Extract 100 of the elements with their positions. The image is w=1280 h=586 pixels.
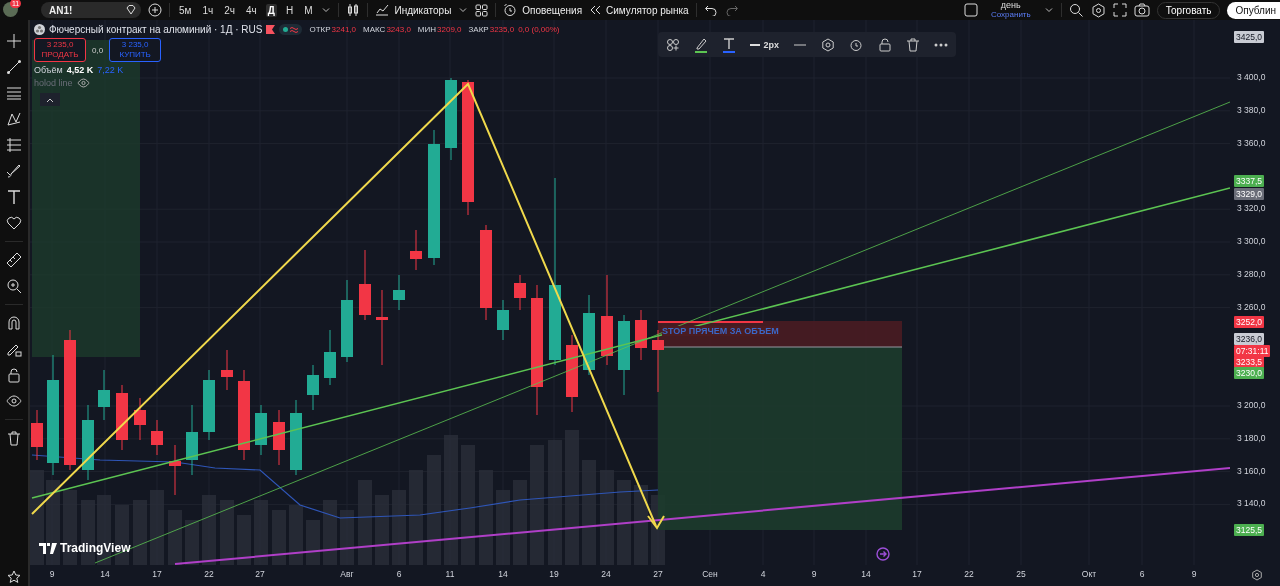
price-tick-label: 3 160,0	[1237, 465, 1266, 476]
pitchfork-icon[interactable]	[6, 111, 22, 127]
more-icon[interactable]	[933, 42, 948, 47]
spread-value: 0,0	[92, 45, 104, 55]
publish-button[interactable]: Опублин	[1227, 1, 1280, 19]
star-icon[interactable]	[7, 570, 21, 584]
undo-icon[interactable]	[703, 4, 718, 16]
fullscreen-icon[interactable]	[1112, 3, 1127, 17]
interval-tab[interactable]: Н	[283, 3, 296, 17]
ruler-icon[interactable]	[6, 252, 22, 268]
sell-button[interactable]: 3 235,0 ПРОДАТЬ	[34, 38, 86, 62]
price-badge: 3425,0	[1234, 31, 1264, 43]
camera-icon[interactable]	[1133, 3, 1150, 17]
price-tick-label: 3 200,0	[1237, 400, 1266, 410]
buy-button[interactable]: 3 235,0 КУПИТЬ	[109, 38, 162, 62]
date-tick-label: 9	[1191, 569, 1197, 579]
date-tick-label: 4	[760, 569, 766, 579]
trend-line-icon[interactable]	[6, 59, 22, 75]
tradingview-logo[interactable]: TradingView	[39, 541, 131, 555]
volume-value: 4,52 K	[66, 65, 94, 75]
settings-icon[interactable]	[1090, 2, 1106, 18]
price-badge: 3233,5	[1234, 356, 1264, 368]
candle	[255, 404, 267, 456]
date-tick-label: 14	[100, 569, 110, 579]
candlestick-icon[interactable]	[346, 3, 361, 17]
square-icon[interactable]	[963, 3, 978, 17]
price-tick-label: 3 320,0	[1237, 203, 1266, 214]
symbol-search-field[interactable]: AN1!	[41, 2, 141, 18]
diamond-icon	[125, 4, 137, 16]
lock-icon[interactable]	[6, 367, 22, 383]
collapse-legend-button[interactable]	[40, 93, 60, 106]
price-badge: 3252,0	[1234, 316, 1264, 328]
price-tick-label: 3 140,0	[1237, 498, 1266, 509]
replay-button[interactable]: Симулятор рынка	[589, 4, 689, 16]
caret-icon[interactable]	[321, 5, 332, 15]
magnet-icon[interactable]	[6, 315, 22, 331]
settings-icon[interactable]	[821, 37, 836, 52]
price-badge: 3230,0	[1234, 367, 1264, 379]
fibonacci-icon[interactable]	[6, 137, 22, 153]
eye-icon[interactable]	[76, 78, 90, 88]
plus-icon	[148, 3, 162, 17]
search-icon[interactable]	[1068, 2, 1084, 18]
indicators-button[interactable]: Индикаторы	[375, 4, 452, 16]
brush-icon[interactable]	[6, 163, 22, 179]
volume-bar	[306, 520, 320, 565]
layout-button[interactable]: день Сохранить	[984, 1, 1037, 19]
candle	[169, 444, 181, 496]
add-symbol-button[interactable]	[148, 3, 162, 17]
price-badge: 07:31:11	[1234, 345, 1271, 357]
candle	[514, 274, 526, 311]
parallel-lines-icon[interactable]	[6, 85, 22, 101]
candle	[98, 369, 110, 421]
trade-button[interactable]: Торговать	[1156, 1, 1221, 19]
volume-bar	[289, 505, 303, 565]
pencil-color-icon[interactable]	[694, 36, 709, 53]
interval-tab[interactable]: Д	[265, 3, 277, 17]
zoom-in-icon[interactable]	[6, 278, 22, 294]
interval-tab[interactable]: М	[302, 3, 315, 17]
scroll-to-realtime-icon[interactable]	[876, 547, 890, 561]
price-badge: 3337,5	[1234, 175, 1264, 187]
symbol-title[interactable]: Фючерсный контракт на алюминий · 1Д · RUS	[49, 24, 263, 35]
ohlc-label: МИН	[417, 25, 437, 34]
heart-icon[interactable]	[6, 215, 22, 231]
grid-icon[interactable]	[475, 3, 489, 17]
line-width-button[interactable]: 2px	[750, 39, 779, 50]
alarm-clock-icon[interactable]	[849, 37, 864, 52]
candle	[221, 349, 233, 391]
volume-bar	[340, 510, 354, 565]
interval-tab[interactable]: 2ч	[222, 3, 237, 17]
price-tick-label: 3 380,0	[1237, 104, 1266, 115]
volume-bar	[375, 495, 389, 565]
caret-icon[interactable]	[1043, 5, 1054, 15]
settings-icon[interactable]	[1251, 569, 1263, 581]
text-color-icon[interactable]	[722, 36, 737, 53]
volume-bar	[220, 500, 234, 565]
candle	[116, 384, 128, 451]
interval-tab[interactable]: 1ч	[200, 3, 216, 17]
ohlc-label: МАКС	[363, 25, 386, 34]
price-tick-label: 3 400,0	[1237, 72, 1266, 82]
interval-tab[interactable]: 4ч	[244, 3, 259, 17]
price-tick-label: 3 260,0	[1237, 301, 1266, 312]
caret-icon[interactable]	[458, 5, 469, 15]
flag-icon[interactable]	[266, 25, 276, 34]
candle	[186, 404, 198, 476]
lock-icon[interactable]	[877, 37, 892, 52]
trash-icon[interactable]	[905, 37, 920, 52]
status-pill[interactable]	[279, 24, 303, 35]
volume-bar	[168, 510, 182, 565]
price-badge: 3125,5	[1234, 524, 1264, 536]
text-icon[interactable]	[6, 189, 22, 205]
interval-tab[interactable]: 5м	[177, 3, 194, 17]
crosshair-icon[interactable]	[6, 33, 22, 49]
symbol-logo-icon	[34, 24, 45, 35]
alerts-button[interactable]: Оповещения	[503, 3, 583, 17]
drag-handle-icon[interactable]	[666, 37, 680, 52]
redo-icon[interactable]	[724, 4, 739, 16]
volume-label[interactable]: Объём	[34, 65, 63, 75]
eye-icon[interactable]	[6, 393, 22, 409]
date-tick-label: 22	[964, 569, 974, 579]
trash-icon[interactable]	[6, 430, 22, 446]
